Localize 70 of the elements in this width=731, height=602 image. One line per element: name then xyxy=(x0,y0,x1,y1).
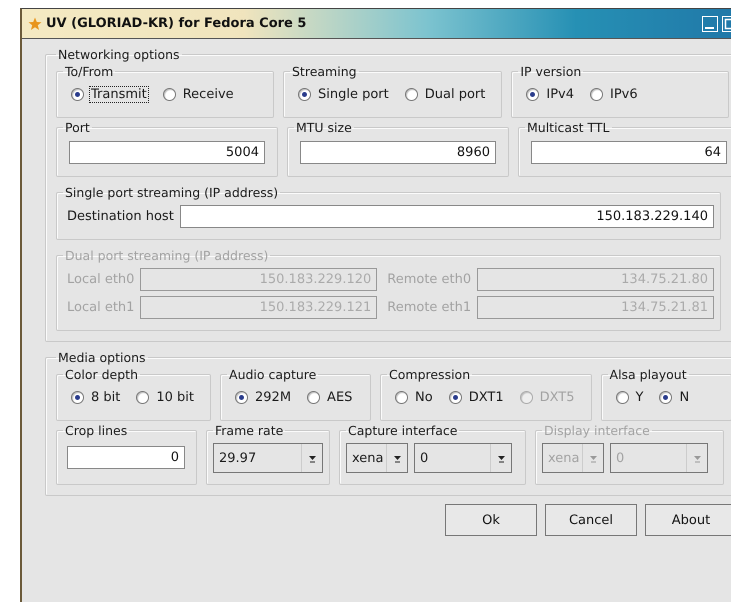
radio-button[interactable] xyxy=(71,88,84,101)
radio-label[interactable]: 292M xyxy=(253,389,294,406)
input-field[interactable]: 64 xyxy=(531,141,727,164)
radio-button[interactable] xyxy=(616,391,629,404)
radio-label[interactable]: Dual port xyxy=(422,86,488,103)
radio-label[interactable]: N xyxy=(677,389,692,406)
radio-label[interactable]: IPv4 xyxy=(544,86,576,103)
radio-button[interactable] xyxy=(395,391,408,404)
radio-label[interactable]: Single port xyxy=(316,86,391,103)
group-title: Compression xyxy=(388,367,472,382)
group-title: Media options xyxy=(57,350,147,365)
input-field[interactable]: 5004 xyxy=(69,141,265,164)
caret-icon xyxy=(496,454,506,462)
radio-button[interactable] xyxy=(448,391,462,404)
group-title: Crop lines xyxy=(64,423,128,438)
radio-button[interactable] xyxy=(162,88,176,101)
radio-label[interactable]: IPv6 xyxy=(608,86,640,103)
field-label: Remote eth1 xyxy=(386,300,472,315)
input-field[interactable]: 150.183.229.140 xyxy=(180,205,714,228)
caret-icon xyxy=(588,454,598,462)
dialog-button[interactable]: Ok xyxy=(445,504,537,536)
group-title: IP version xyxy=(519,64,582,79)
group-title: Port xyxy=(64,120,91,135)
dropdown[interactable]: 0 xyxy=(414,443,512,473)
group-title: Streaming xyxy=(291,64,358,79)
radio-button[interactable] xyxy=(526,88,540,101)
radio-button[interactable] xyxy=(404,88,418,101)
radio-button[interactable] xyxy=(71,391,84,404)
radio-label[interactable]: Transmit xyxy=(89,86,149,103)
radio-button[interactable] xyxy=(298,88,311,101)
radio-button[interactable] xyxy=(136,391,150,404)
group-title: Capture interface xyxy=(347,423,458,438)
group-title: To/From xyxy=(64,64,114,79)
group-title: Dual port streaming (IP address) xyxy=(64,248,270,263)
group-title: Color depth xyxy=(64,367,139,382)
group-title: MTU size xyxy=(295,120,353,135)
radio-button[interactable] xyxy=(590,88,603,101)
radio-label[interactable]: Y xyxy=(634,389,646,406)
field-label: Remote eth0 xyxy=(386,272,472,287)
window-title: UV (GLORIAD-KR) for Fedora Core 5 xyxy=(46,16,306,31)
group-title: Audio capture xyxy=(228,367,318,382)
dialog-button[interactable]: About xyxy=(645,504,731,536)
radio-label[interactable]: 10 bit xyxy=(154,389,196,406)
radio-button[interactable] xyxy=(235,391,248,404)
caret-icon xyxy=(692,454,702,462)
input-field[interactable]: 8960 xyxy=(300,141,496,164)
field-label: Destination host xyxy=(66,209,174,224)
radio-label[interactable]: 8 bit xyxy=(89,389,122,406)
radio-label[interactable]: AES xyxy=(325,389,354,406)
dropdown[interactable]: xena xyxy=(346,443,408,473)
group-title: Alsa playout xyxy=(608,367,688,382)
field-label: Local eth1 xyxy=(66,300,134,315)
star-icon xyxy=(28,16,42,30)
group-title: Display interface xyxy=(543,423,651,438)
caret-icon xyxy=(392,454,402,462)
radio-label[interactable]: Receive xyxy=(180,86,236,103)
dropdown[interactable]: 29.97 xyxy=(213,443,323,473)
minimize-icon[interactable] xyxy=(702,16,718,32)
caret-icon xyxy=(308,454,316,462)
radio-label[interactable]: No xyxy=(413,389,435,406)
group-title: Frame rate xyxy=(214,423,284,438)
radio-label[interactable]: DXT1 xyxy=(466,389,506,406)
group-title: Networking options xyxy=(57,47,181,62)
radio-button[interactable] xyxy=(659,391,672,404)
radio-button[interactable] xyxy=(307,391,320,404)
dialog-button[interactable]: Cancel xyxy=(545,504,637,536)
group-title: Single port streaming (IP address) xyxy=(64,185,280,200)
field-label: Local eth0 xyxy=(66,272,134,287)
group-title: Multicast TTL xyxy=(526,120,610,135)
input-field[interactable]: 0 xyxy=(67,446,185,469)
